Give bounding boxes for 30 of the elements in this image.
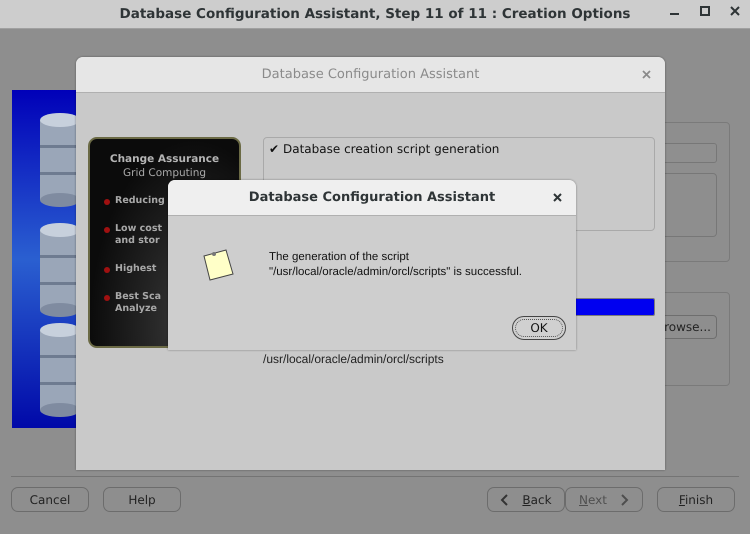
dialog-title: Database Configuration Assistant xyxy=(262,67,480,82)
check-icon: ✔ xyxy=(269,142,280,156)
message-text: The generation of the script "/usr/local/oracle/admin/orcl/scripts" is successful. xyxy=(269,250,522,280)
path-text: /usr/local/oracle/admin/orcl/scripts xyxy=(263,352,445,366)
promo-text: Low cost xyxy=(115,223,162,235)
bullet-icon xyxy=(104,199,110,205)
promo-text: Reducing xyxy=(115,195,165,207)
bullet-icon xyxy=(104,227,110,233)
promo-text: and stor xyxy=(115,235,161,247)
window-title: Database Configuration Assistant, Step 11 of 11 : Creation Options xyxy=(120,6,630,22)
chevron-left-icon xyxy=(500,494,508,506)
note-icon xyxy=(202,248,234,282)
promo-text: Highest xyxy=(115,263,156,275)
promo-text: Analyze xyxy=(115,303,158,315)
close-icon[interactable] xyxy=(730,6,740,16)
close-icon[interactable] xyxy=(553,193,562,202)
chevron-right-icon xyxy=(620,494,629,506)
back-button[interactable]: Back xyxy=(487,487,565,512)
bullet-icon xyxy=(104,267,110,273)
dialog-title: Database Configuration Assistant xyxy=(248,190,496,205)
dialog-button[interactable]: Help xyxy=(103,487,181,512)
dialog-button[interactable]: Cancel xyxy=(11,487,89,512)
option-label: Database creation script generation xyxy=(283,142,500,156)
maximize-icon[interactable] xyxy=(700,6,710,16)
promo-heading: Change Assurance xyxy=(110,153,220,166)
dialog-button[interactable]: Finish xyxy=(657,487,735,512)
bullet-icon xyxy=(104,295,110,301)
promo-text: Best Sca xyxy=(115,291,162,303)
ok-button[interactable]: OK xyxy=(512,316,566,340)
promo-subheading: Grid Computing xyxy=(122,167,206,179)
